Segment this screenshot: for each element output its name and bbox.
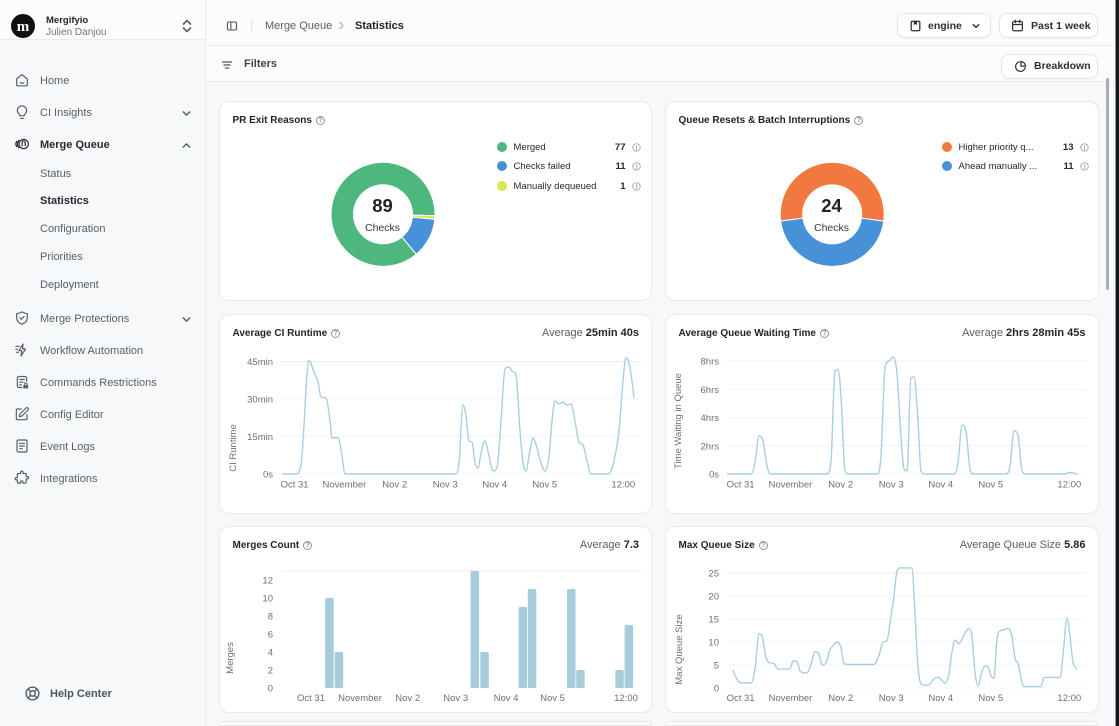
svg-text:0s: 0s [708,470,718,481]
svg-text:Nov 3: Nov 3 [432,480,457,491]
svg-text:20: 20 [708,592,719,603]
svg-text:2hrs: 2hrs [700,441,719,452]
svg-text:Nov 5: Nov 5 [532,480,557,491]
svg-text:Nov 4: Nov 4 [928,480,953,491]
svg-text:CI Runtime: CI Runtime [228,424,239,472]
svg-text:4: 4 [267,648,272,659]
svg-text:45min: 45min [247,357,273,368]
svg-text:Nov 4: Nov 4 [482,480,507,491]
svg-text:15: 15 [708,615,719,626]
svg-text:November: November [768,480,812,491]
svg-text:m: m [17,19,30,35]
svg-text:November: November [338,693,382,704]
svg-text:Nov 2: Nov 2 [828,480,853,491]
svg-text:November: November [768,693,812,704]
svg-text:12:00: 12:00 [1057,480,1081,491]
svg-text:12:00: 12:00 [611,480,635,491]
svg-text:6: 6 [267,630,272,641]
svg-text:Nov 4: Nov 4 [493,693,518,704]
svg-text:Oct 31: Oct 31 [297,693,325,704]
svg-text:Nov 3: Nov 3 [878,480,903,491]
svg-text:Max Queue Size: Max Queue Size [674,614,685,684]
svg-text:8: 8 [267,612,272,623]
svg-text:Nov 2: Nov 2 [382,480,407,491]
svg-text:25: 25 [708,569,719,580]
svg-text:0: 0 [713,684,718,695]
svg-text:10: 10 [262,594,273,605]
svg-text:Nov 2: Nov 2 [828,693,853,704]
svg-text:30min: 30min [247,395,273,406]
svg-text:Nov 4: Nov 4 [928,693,953,704]
svg-text:Nov 5: Nov 5 [540,693,565,704]
svg-text:4hrs: 4hrs [700,413,719,424]
svg-text:12: 12 [262,576,273,587]
svg-text:November: November [322,480,366,491]
svg-text:Oct 31: Oct 31 [726,693,754,704]
svg-text:Oct 31: Oct 31 [280,480,308,491]
svg-text:6hrs: 6hrs [700,385,719,396]
svg-text:0: 0 [267,684,272,695]
svg-text:Nov 2: Nov 2 [395,693,420,704]
svg-text:Nov 5: Nov 5 [978,693,1003,704]
svg-text:Nov 5: Nov 5 [978,480,1003,491]
svg-text:5: 5 [713,661,718,672]
svg-text:10: 10 [708,638,719,649]
svg-text:0s: 0s [262,470,272,481]
svg-text:Time Waiting in Queue: Time Waiting in Queue [673,373,684,469]
svg-text:2: 2 [267,666,272,677]
svg-text:12:00: 12:00 [614,693,638,704]
svg-text:Nov 3: Nov 3 [443,693,468,704]
svg-text:Merges: Merges [225,642,236,674]
svg-text:Oct 31: Oct 31 [726,480,754,491]
svg-text:Nov 3: Nov 3 [878,693,903,704]
svg-text:12:00: 12:00 [1057,693,1081,704]
svg-text:15min: 15min [247,432,273,443]
svg-text:8hrs: 8hrs [700,357,719,368]
